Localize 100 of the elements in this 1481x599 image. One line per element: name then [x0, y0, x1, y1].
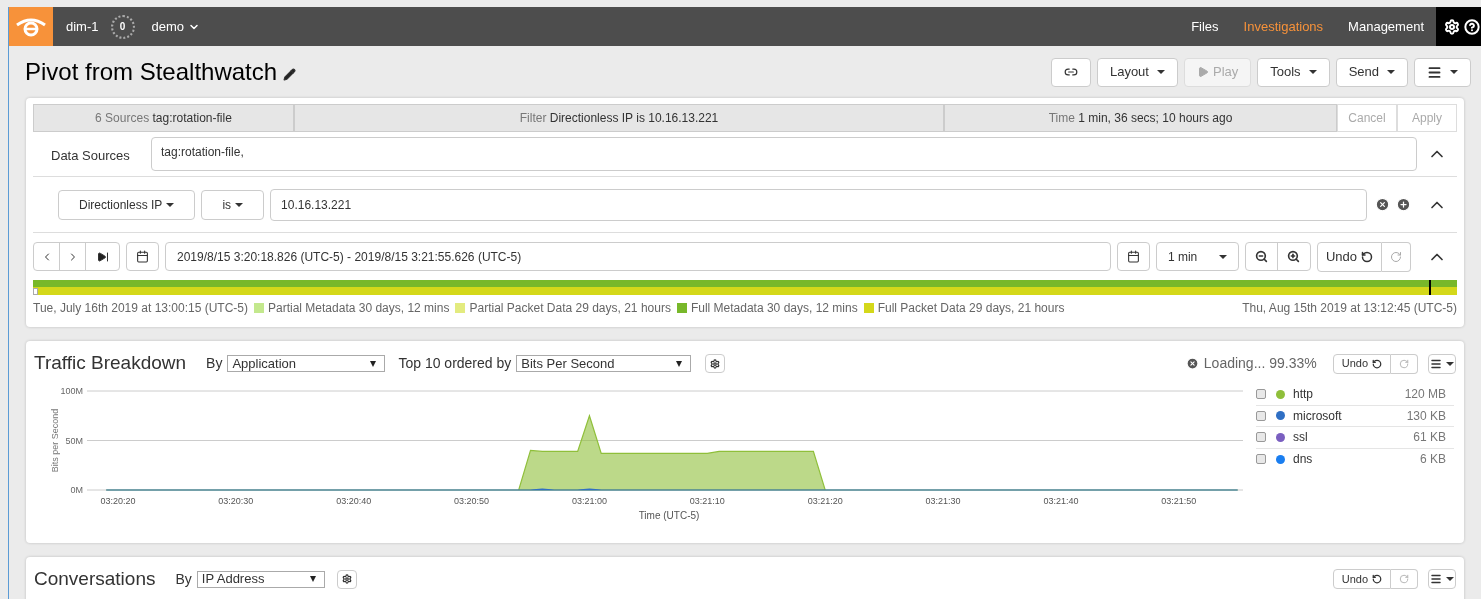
dropdown-arrow-icon: [309, 576, 316, 582]
cancel-icon[interactable]: [1185, 357, 1199, 370]
field-label: Data Sources: [50, 147, 131, 166]
undo-button[interactable]: Undo: [1332, 353, 1391, 374]
x-tick-label: 03:21:00: [571, 496, 607, 506]
caret-icon: [1446, 361, 1454, 366]
summary-text: 6 Sources tag:rotation-file: [95, 110, 232, 127]
settings-button[interactable]: [336, 569, 357, 589]
calendar-button[interactable]: [126, 242, 159, 271]
dropdown-arrow-icon: [370, 360, 377, 367]
panel-title: Traffic Breakdown: [34, 351, 187, 376]
settings-icon[interactable]: [1444, 18, 1460, 35]
link-button[interactable]: [1050, 57, 1091, 87]
field-dropdown[interactable]: Directionless IP: [58, 189, 196, 220]
legend-label: Full Packet Data 29 days, 21 hours: [877, 300, 1065, 317]
caret-icon: [1450, 70, 1458, 74]
legend-label: Full Metadata 30 days, 12 mins: [690, 300, 858, 317]
legend-size: 130 KB: [1406, 407, 1446, 425]
order-by-select[interactable]: Bits Per Second: [516, 355, 692, 372]
timeline-start: Tue, July 16th 2019 at 13:00:15 (UTC-5): [33, 300, 248, 317]
x-tick-label: 03:21:20: [807, 496, 843, 506]
calendar-icon: [136, 250, 149, 263]
x-tick-label: 03:21:40: [1043, 496, 1079, 506]
caret-icon: [166, 203, 175, 208]
menu-button[interactable]: [1428, 569, 1456, 589]
undo-icon: [1361, 250, 1373, 263]
nav-link[interactable]: Management: [1348, 16, 1424, 37]
menu-icon: [1430, 573, 1442, 585]
caret-icon: [1218, 254, 1227, 259]
nav-link[interactable]: Investigations: [1243, 16, 1324, 37]
panel-title: Conversations: [34, 566, 156, 591]
group-by-select[interactable]: IP Address: [196, 570, 325, 588]
y-tick-label: 100M: [60, 386, 83, 396]
dropdown-arrow-icon: [676, 360, 683, 367]
legend-checkbox[interactable]: [1256, 454, 1266, 465]
legend-name: microsoft: [1293, 407, 1342, 425]
order-label: Top 10 ordered by: [398, 354, 512, 373]
legend-name: http: [1293, 386, 1313, 404]
help-icon[interactable]: [1464, 18, 1480, 35]
toolbar-button[interactable]: Send: [1335, 57, 1408, 87]
menu-icon: [1430, 357, 1442, 370]
menu-button[interactable]: [1414, 57, 1471, 87]
legend-row[interactable]: microsoft 130 KB: [1256, 405, 1454, 427]
summary-segment[interactable]: Time 1 min, 36 secs; 10 hours ago: [944, 104, 1337, 132]
legend-label: Partial Metadata 30 days, 12 mins: [268, 300, 450, 317]
menu-button[interactable]: [1428, 353, 1456, 374]
settings-icon: [341, 574, 352, 584]
settings-icon: [710, 358, 721, 369]
count-badge: 0: [110, 14, 135, 39]
nav-link[interactable]: Files: [1191, 16, 1219, 37]
legend-row[interactable]: dns 6 KB: [1256, 448, 1454, 470]
instance-name[interactable]: dim-1: [66, 16, 99, 37]
remove-icon[interactable]: [1375, 197, 1390, 212]
y-axis-label: Bits per Second: [50, 408, 60, 473]
add-icon[interactable]: [1396, 197, 1411, 212]
zoom-in-icon: [1287, 250, 1301, 263]
edit-icon[interactable]: [283, 67, 297, 81]
legend-name: dns: [1293, 451, 1313, 469]
y-tick-label: 50M: [65, 435, 83, 446]
filter-value-field[interactable]: 10.16.13.221: [270, 188, 1367, 221]
x-tick-label: 03:21:10: [689, 496, 725, 506]
workspace-menu[interactable]: demo: [151, 16, 201, 37]
caret-icon: [235, 203, 244, 208]
caret-icon: [1387, 70, 1395, 74]
loading-status: Loading... 99.33%: [1203, 354, 1317, 373]
legend-checkbox[interactable]: [1256, 410, 1266, 421]
redo-icon: [1390, 250, 1402, 263]
caret-icon: [1156, 70, 1165, 74]
operator-dropdown[interactable]: is: [201, 189, 265, 220]
legend-size: 6 KB: [1420, 451, 1446, 469]
zoom-out-icon: [1254, 250, 1268, 263]
x-tick-label: 03:20:50: [454, 496, 490, 506]
legend-checkbox[interactable]: [1256, 432, 1266, 443]
menu-icon: [1427, 64, 1442, 80]
summary-segment[interactable]: 6 Sources tag:rotation-file: [33, 104, 294, 132]
undo-button[interactable]: Undo: [1316, 241, 1382, 272]
legend-checkbox[interactable]: [1256, 389, 1266, 400]
legend-size: 61 KB: [1413, 429, 1446, 447]
x-tick-label: 03:20:30: [218, 496, 254, 506]
toolbar-button[interactable]: Layout: [1096, 57, 1178, 87]
legend-size: 120 MB: [1404, 386, 1446, 404]
group-by-select[interactable]: Application: [227, 355, 386, 372]
summary-text: Filter Directionless IP is 10.16.13.221: [519, 110, 719, 127]
logo-icon: [9, 7, 53, 46]
calendar-button[interactable]: [1116, 242, 1150, 271]
undo-icon: [1372, 574, 1382, 584]
summary-segment[interactable]: Filter Directionless IP is 10.16.13.221: [294, 104, 944, 132]
legend-row[interactable]: ssl 61 KB: [1256, 427, 1454, 449]
redo-icon: [1399, 358, 1409, 369]
page-title: Pivot from Stealthwatch: [25, 57, 278, 87]
x-tick-label: 03:20:20: [100, 496, 136, 506]
undo-button[interactable]: Undo: [1332, 569, 1391, 589]
interval-dropdown[interactable]: 1 min: [1155, 242, 1239, 271]
time-range-field[interactable]: 2019/8/15 3:20:18.826 (UTC-5) - 2019/8/15 3:21:55.626 (UTC-5): [165, 242, 1111, 271]
settings-button[interactable]: [705, 354, 726, 373]
by-label: By: [175, 569, 192, 589]
data-sources-field[interactable]: tag:rotation-file,: [151, 137, 1417, 171]
legend-row[interactable]: http 120 MB: [1256, 384, 1454, 406]
skip-forward-icon: [96, 250, 109, 263]
toolbar-button[interactable]: Tools: [1257, 57, 1330, 87]
